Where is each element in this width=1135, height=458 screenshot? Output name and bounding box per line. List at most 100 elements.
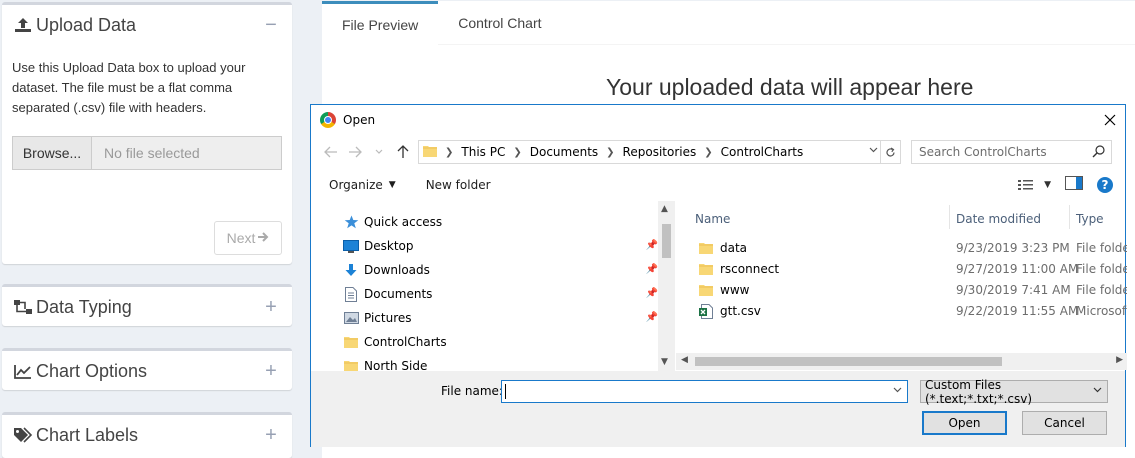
data-typing-title: Data Typing: [36, 296, 132, 317]
file-row[interactable]: data 9/23/2019 3:23 PM File folder: [676, 237, 1127, 258]
view-controls: ▼ ?: [1018, 176, 1113, 193]
dialog-footer: File name: Custom Files (*.text;*.txt;*.…: [311, 371, 1125, 447]
nav-item-documents[interactable]: Documents 📌: [343, 282, 658, 306]
sort-ascending-icon: ˄: [815, 201, 820, 207]
chart-labels-header[interactable]: Chart Labels +: [2, 415, 292, 455]
nav-item-label: North Side: [364, 359, 428, 371]
file-name: www: [720, 283, 750, 297]
back-button[interactable]: [319, 140, 343, 164]
document-icon: [343, 286, 359, 302]
file-date: 9/27/2019 11:00 AM: [956, 262, 1079, 276]
nav-item-downloads[interactable]: Downloads 📌: [343, 258, 658, 282]
scrollbar-thumb[interactable]: [662, 224, 671, 258]
address-dropdown-icon[interactable]: [869, 145, 878, 156]
column-divider[interactable]: [949, 205, 950, 229]
arrow-right-icon: [349, 146, 362, 158]
chevron-down-icon[interactable]: [893, 385, 902, 396]
upload-data-header[interactable]: Upload Data −: [2, 5, 292, 45]
column-divider[interactable]: [1069, 205, 1070, 229]
breadcrumb-item[interactable]: This PC: [461, 145, 505, 159]
data-typing-box: Data Typing +: [2, 284, 292, 326]
file-type-filter-select[interactable]: Custom Files (*.text;*.txt;*.csv): [920, 378, 1108, 406]
pictures-icon: [343, 310, 359, 326]
forward-button[interactable]: [343, 140, 367, 164]
file-name: rsconnect: [720, 262, 780, 276]
data-typing-header[interactable]: Data Typing +: [2, 287, 292, 327]
nav-item-label: Quick access: [364, 215, 443, 229]
nav-pane-scrollbar[interactable]: ▲ ▼: [658, 201, 675, 371]
expand-icon[interactable]: +: [260, 425, 282, 445]
scroll-left-icon[interactable]: ◀: [681, 355, 688, 365]
view-options-button[interactable]: ▼: [1018, 179, 1051, 191]
scrollbar-thumb[interactable]: [695, 357, 1002, 366]
nav-item-label: Desktop: [364, 239, 414, 253]
chart-labels-box: Chart Labels +: [2, 412, 292, 458]
address-bar[interactable]: ❯ This PC ❯ Documents ❯ Repositories ❯ C…: [418, 140, 901, 164]
caret-down-icon: ▼: [388, 180, 396, 190]
dialog-titlebar[interactable]: Open: [311, 105, 1125, 135]
nav-item-desktop[interactable]: Desktop 📌: [343, 234, 658, 258]
nav-item-pictures[interactable]: Pictures 📌: [343, 306, 658, 330]
tab-control-chart[interactable]: Control Chart: [438, 1, 561, 45]
close-button[interactable]: [1095, 105, 1125, 135]
chart-options-box: Chart Options +: [2, 348, 292, 390]
refresh-button[interactable]: [880, 141, 900, 163]
up-button[interactable]: [391, 140, 415, 164]
file-row[interactable]: gtt.csv 9/22/2019 11:55 AM Microsoft: [676, 300, 1127, 321]
tab-file-preview[interactable]: File Preview: [322, 1, 439, 45]
organize-button[interactable]: Organize ▼: [329, 178, 396, 192]
folder-icon: [343, 334, 359, 350]
tags-icon: [12, 425, 34, 445]
breadcrumb-item[interactable]: ControlCharts: [721, 145, 804, 159]
file-list-scrollbar[interactable]: ◀ ▶: [676, 353, 1127, 370]
scroll-right-icon[interactable]: ▶: [1116, 355, 1123, 365]
pin-icon[interactable]: 📌: [646, 264, 658, 275]
next-button[interactable]: Next: [214, 221, 282, 255]
arrow-right-icon: [257, 230, 269, 246]
line-chart-icon: [12, 361, 34, 381]
collapse-icon[interactable]: −: [260, 15, 282, 35]
file-type: File folder: [1076, 262, 1127, 276]
scroll-down-icon[interactable]: ▼: [661, 357, 668, 367]
upload-placeholder-text: Your uploaded data will appear here: [606, 74, 974, 100]
pin-icon[interactable]: 📌: [646, 288, 658, 299]
file-row[interactable]: www 9/30/2019 7:41 AM File folder: [676, 279, 1127, 300]
column-header-date-modified[interactable]: Date modified: [956, 206, 1041, 232]
open-button[interactable]: Open: [922, 411, 1007, 435]
recent-locations-button[interactable]: [367, 140, 391, 164]
chart-labels-title: Chart Labels: [36, 424, 139, 445]
nav-item-controlcharts[interactable]: ControlCharts: [343, 330, 658, 354]
download-icon: [343, 262, 359, 278]
expand-icon[interactable]: +: [260, 297, 282, 317]
nav-item-label: Documents: [364, 287, 433, 301]
new-folder-button[interactable]: New folder: [426, 178, 491, 192]
breadcrumb-chevron-icon[interactable]: ❯: [513, 147, 521, 158]
pin-icon[interactable]: 📌: [646, 312, 658, 323]
breadcrumb-item[interactable]: Documents: [530, 145, 598, 159]
browse-button[interactable]: Browse...: [12, 136, 92, 170]
breadcrumb-item[interactable]: Repositories: [623, 145, 697, 159]
chart-options-header[interactable]: Chart Options +: [2, 351, 292, 391]
column-header-name[interactable]: Name: [695, 206, 730, 232]
upload-description: Use this Upload Data box to upload your …: [12, 60, 246, 115]
column-header-type[interactable]: Type: [1076, 206, 1104, 232]
pin-icon[interactable]: 📌: [646, 240, 658, 251]
file-type: Microsoft: [1076, 304, 1127, 318]
preview-pane-button[interactable]: [1065, 176, 1083, 193]
expand-icon[interactable]: +: [260, 361, 282, 381]
cancel-button[interactable]: Cancel: [1022, 411, 1107, 435]
breadcrumb-chevron-icon[interactable]: ❯: [606, 147, 614, 158]
file-row[interactable]: rsconnect 9/27/2019 11:00 AM File folder: [676, 258, 1127, 279]
breadcrumb-chevron-icon[interactable]: ❯: [704, 147, 712, 158]
nav-item-north-side[interactable]: North Side: [343, 354, 658, 371]
file-date: 9/30/2019 7:41 AM: [956, 283, 1071, 297]
help-icon[interactable]: ?: [1097, 176, 1113, 193]
file-name-input[interactable]: [501, 380, 908, 403]
search-input[interactable]: Search ControlCharts: [911, 140, 1112, 164]
file-name: data: [720, 241, 748, 255]
scroll-up-icon[interactable]: ▲: [661, 204, 668, 214]
file-name-field[interactable]: No file selected: [92, 136, 282, 170]
dialog-title: Open: [343, 113, 376, 127]
nav-item-quick-access[interactable]: Quick access: [343, 210, 658, 234]
text-cursor: [505, 384, 506, 399]
